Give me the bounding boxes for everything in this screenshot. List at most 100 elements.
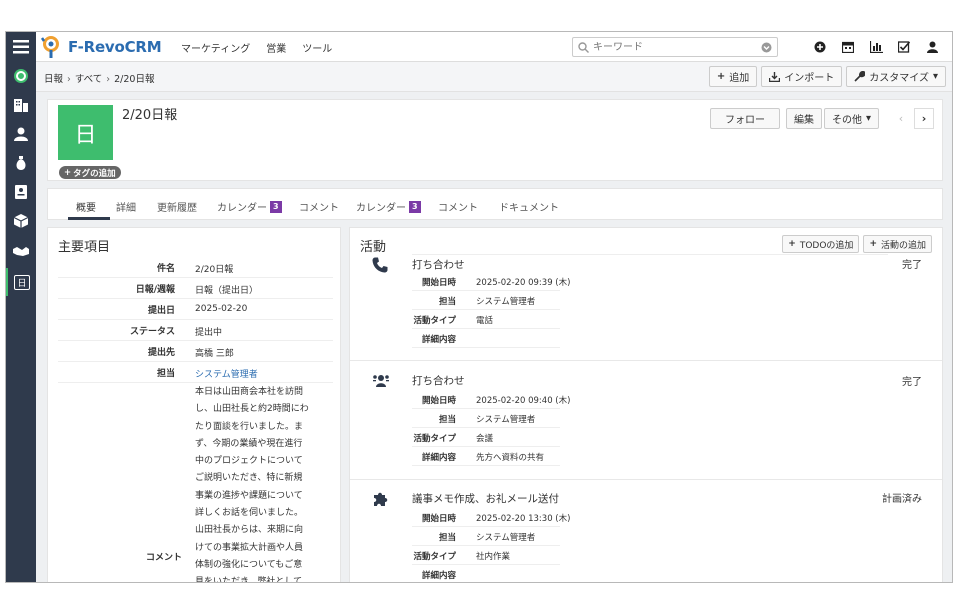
tab-calendar[interactable]: カレンダー 3 <box>217 199 282 214</box>
record-icon: 日 <box>58 105 113 160</box>
topnav-marketing[interactable]: マーケティング <box>181 40 250 55</box>
plus-icon: + <box>869 239 877 249</box>
tab-history[interactable]: 更新履歴 <box>157 199 197 214</box>
brand-logo[interactable]: F-RevoCRM <box>40 34 162 60</box>
edit-button[interactable]: 編集 <box>785 108 822 129</box>
field-value-comment[interactable]: 本日は山田商会本社を訪問 し、山田社長と約2時間にわ たり面談を行いました。ま … <box>195 384 313 582</box>
activity-start-label: 開始日時 <box>421 514 456 524</box>
customize-button[interactable]: カスタマイズ ▾ <box>846 66 946 87</box>
left-sidebar: 日 <box>6 32 36 582</box>
field-label-submit-to: 提出先 <box>147 348 175 358</box>
comment-line: ご説明いただき、特に新規 <box>195 473 303 484</box>
activity-status: 完了 <box>902 260 922 271</box>
activity-item: 議事メモ作成、お礼メール送付 計画済み 開始日時 2025-02-20 13:30… <box>350 487 942 582</box>
user-menu-icon[interactable] <box>918 41 946 53</box>
tasks-icon[interactable] <box>890 41 918 53</box>
organization-icon[interactable] <box>6 92 36 118</box>
add-activity-label: 活動の追加 <box>880 240 926 251</box>
field-value-owner-link[interactable]: システム管理者 <box>195 367 258 380</box>
record-tabs: 概要 詳細 更新履歴 カレンダー 3 コメント カレンダー 3 コメント ドキュメン… <box>47 188 943 220</box>
add-record-button[interactable]: + 追加 <box>708 66 758 87</box>
field-value-subject[interactable]: 2/20日報 <box>195 262 233 275</box>
field-value-submit-date[interactable]: 2025-02-20 <box>195 304 247 314</box>
field-label-subject: 件名 <box>156 264 175 274</box>
summary-panel: 主要項目 件名 2/20日報 日報/週報 日報（提出日） 提出日 2025-02… <box>47 227 341 582</box>
breadcrumb-module[interactable]: 日報 <box>44 74 63 85</box>
top-bar: F-RevoCRM マーケティング 営業 ツール <box>36 32 952 62</box>
search-input[interactable] <box>593 40 753 54</box>
activity-field-row: 詳細内容 先方へ資料の共有 <box>412 447 560 466</box>
activity-type-value: 社内作業 <box>476 552 511 562</box>
activity-field-row: 担当 システム管理者 <box>412 527 560 546</box>
brand-logo-icon <box>40 36 59 58</box>
tab-summary[interactable]: 概要 <box>76 199 96 214</box>
comment-line: けての事業拡大計画や人員 <box>195 542 304 553</box>
activity-title[interactable]: 議事メモ作成、お礼メール送付 <box>412 491 559 506</box>
field-value-status[interactable]: 提出中 <box>195 325 222 338</box>
add-record-label: 追加 <box>729 73 750 84</box>
contact-icon[interactable] <box>6 121 36 147</box>
more-button[interactable]: その他 ▾ <box>823 108 879 129</box>
field-row-owner: 担当 システム管理者 <box>58 362 333 383</box>
activity-title[interactable]: 打ち合わせ <box>412 257 465 272</box>
package-icon[interactable] <box>6 208 36 234</box>
meeting-icon <box>373 375 389 387</box>
menu-icon[interactable] <box>6 34 36 60</box>
search-options-icon[interactable] <box>761 42 772 53</box>
field-value-submit-to[interactable]: 高橋 三郎 <box>195 346 234 359</box>
prev-record-button[interactable]: ‹ <box>891 108 911 129</box>
search-icon <box>578 42 589 53</box>
brand-name-prefix: F-Revo <box>68 38 125 56</box>
field-label-submit-date: 提出日 <box>147 306 175 316</box>
activity-field-row: 開始日時 2025-02-20 09:39 (木) <box>412 272 570 291</box>
field-value-report-type[interactable]: 日報（提出日） <box>195 283 258 296</box>
import-button[interactable]: インポート <box>761 66 843 87</box>
breadcrumb-list[interactable]: すべて <box>75 74 102 85</box>
tab-comment-2[interactable]: コメント <box>438 199 478 214</box>
tab-calendar-2[interactable]: カレンダー 3 <box>356 199 421 214</box>
reports-icon[interactable] <box>862 41 890 53</box>
comment-line: 中のプロジェクトについて <box>195 456 303 467</box>
id-card-icon[interactable] <box>6 179 36 205</box>
app-window: 日 F-RevoCRM マーケティング 営業 ツール キーワード 日報 › すべ… <box>5 31 953 583</box>
more-label: その他 <box>831 115 862 126</box>
tab-detail[interactable]: 詳細 <box>116 199 136 214</box>
field-label-report-type: 日報/週報 <box>135 285 175 295</box>
activity-item: 打ち合わせ 完了 開始日時 2025-02-20 09:39 (木) 担当 システム… <box>350 254 942 364</box>
plus-icon: + <box>716 71 726 82</box>
handshake-icon[interactable] <box>6 237 36 263</box>
topnav-tools[interactable]: ツール <box>302 40 332 55</box>
add-tag-label: タグの追加 <box>73 168 116 179</box>
follow-button[interactable]: フォロー <box>709 108 780 129</box>
daily-report-nav-icon[interactable]: 日 <box>6 268 36 296</box>
activity-owner-label: 担当 <box>438 297 456 307</box>
breadcrumb-bar: 日報 › すべて › 2/20日報 + 追加 インポート カスタマイズ ▾ <box>36 62 952 92</box>
activity-status: 完了 <box>902 377 922 388</box>
plus-icon: + <box>788 239 796 249</box>
activity-separator <box>350 479 942 480</box>
comment-line: 山田社長からは、来期に向 <box>195 525 304 536</box>
customize-label: カスタマイズ <box>869 73 929 84</box>
calendar-icon[interactable] <box>834 41 862 53</box>
tab-comment[interactable]: コメント <box>299 199 339 214</box>
money-bag-icon[interactable] <box>6 150 36 176</box>
activity-field-row: 開始日時 2025-02-20 13:30 (木) <box>412 508 570 527</box>
activity-field-row: 詳細内容 <box>412 565 560 582</box>
tab-detail-label: 詳細 <box>116 203 136 214</box>
tab-documents[interactable]: ドキュメント <box>499 199 559 214</box>
home-icon[interactable] <box>6 63 36 89</box>
breadcrumb: 日報 › すべて › 2/20日報 <box>44 71 154 85</box>
comment-line: ず、今期の業績や現在進行 <box>195 438 303 449</box>
field-label-owner: 担当 <box>156 369 175 379</box>
quick-create-icon[interactable] <box>806 41 834 53</box>
comment-line: たり面談を行いました。ま <box>195 421 304 432</box>
add-todo-button[interactable]: + TODOの追加 <box>782 235 860 253</box>
tab-comment-label: コメント <box>299 203 339 214</box>
activity-title[interactable]: 打ち合わせ <box>412 373 465 388</box>
next-record-button[interactable]: › <box>914 108 934 129</box>
add-activity-button[interactable]: + 活動の追加 <box>863 235 932 253</box>
caret-down-icon: ▾ <box>932 71 938 82</box>
plus-icon: + <box>64 167 72 178</box>
topnav-sales[interactable]: 営業 <box>266 40 286 55</box>
add-tag-button[interactable]: + タグの追加 <box>59 166 121 179</box>
